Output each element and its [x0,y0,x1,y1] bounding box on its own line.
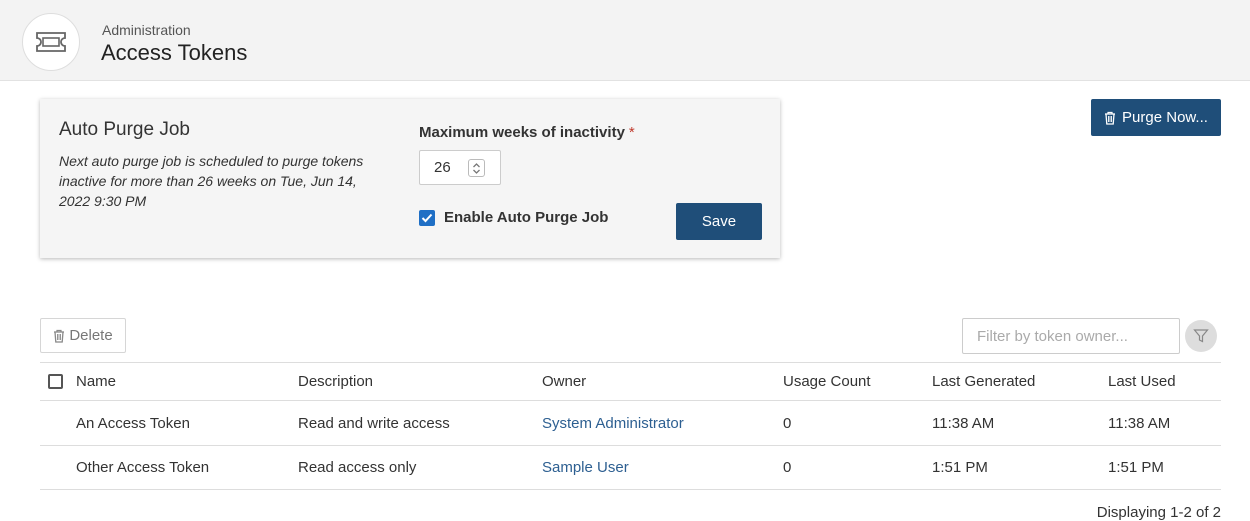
token-last-generated: 1:51 PM [932,459,988,476]
token-usage-count: 0 [783,459,792,476]
column-header-last-used[interactable]: Last Used [1108,363,1176,400]
table-header-row: Name Description Owner Usage Count Last … [40,362,1221,400]
trash-icon [1104,111,1116,125]
purge-schedule-description: Next auto purge job is scheduled to purg… [59,153,364,209]
tokens-table: Name Description Owner Usage Count Last … [40,362,1221,490]
column-header-usage-count[interactable]: Usage Count [783,363,871,400]
column-header-last-generated[interactable]: Last Generated [932,363,1035,400]
token-owner-link[interactable]: Sample User [542,446,629,489]
table-row[interactable]: Other Access Token Read access only Samp… [40,445,1221,490]
select-all-checkbox[interactable] [48,374,63,389]
filter-icon[interactable] [1185,320,1217,352]
select-all-cell [48,363,63,400]
max-weeks-label: Maximum weeks of inactivity * [419,124,635,141]
enable-auto-purge-label[interactable]: Enable Auto Purge Job [444,209,608,226]
purge-now-button[interactable]: Purge Now... [1091,99,1221,136]
enable-auto-purge-row: Enable Auto Purge Job [419,209,608,226]
token-name: An Access Token [76,414,190,432]
checkmark-icon [421,213,433,222]
enable-auto-purge-checkbox[interactable] [419,209,435,226]
token-last-used: 1:51 PM [1108,459,1164,476]
filter-owner-input[interactable] [962,318,1180,354]
column-header-name[interactable]: Name [76,363,116,400]
token-last-used: 11:38 AM [1108,414,1171,432]
column-header-owner[interactable]: Owner [542,363,586,400]
token-owner-link[interactable]: System Administrator [542,401,684,445]
required-marker: * [628,124,635,141]
save-button[interactable]: Save [676,203,762,240]
token-last-generated: 11:38 AM [932,414,995,432]
token-description: Read and write access [298,414,450,432]
purge-now-label: Purge Now... [1122,109,1208,126]
card-title: Auto Purge Job [59,119,190,140]
column-header-description[interactable]: Description [298,363,373,400]
max-weeks-stepper[interactable]: 26 [419,150,501,185]
token-usage-count: 0 [783,414,792,432]
max-weeks-label-text: Maximum weeks of inactivity [419,124,625,141]
max-weeks-value[interactable]: 26 [434,159,451,176]
stepper-arrows-icon[interactable] [468,159,485,177]
delete-button[interactable]: Delete [40,318,126,353]
breadcrumb[interactable]: Administration [102,22,191,38]
pagination-summary: Displaying 1-2 of 2 [1096,504,1221,521]
token-name: Other Access Token [76,459,210,476]
token-description: Read access only [298,459,417,476]
auto-purge-card: Auto Purge Job Next auto purge job is sc… [40,99,780,258]
page-title: Access Tokens [101,40,248,65]
ticket-icon [22,13,80,71]
trash-icon [53,329,65,343]
page-header: Administration Access Tokens [0,0,1250,81]
delete-label: Delete [69,327,113,344]
table-row[interactable]: An Access Token Read and write access Sy… [40,400,1221,445]
